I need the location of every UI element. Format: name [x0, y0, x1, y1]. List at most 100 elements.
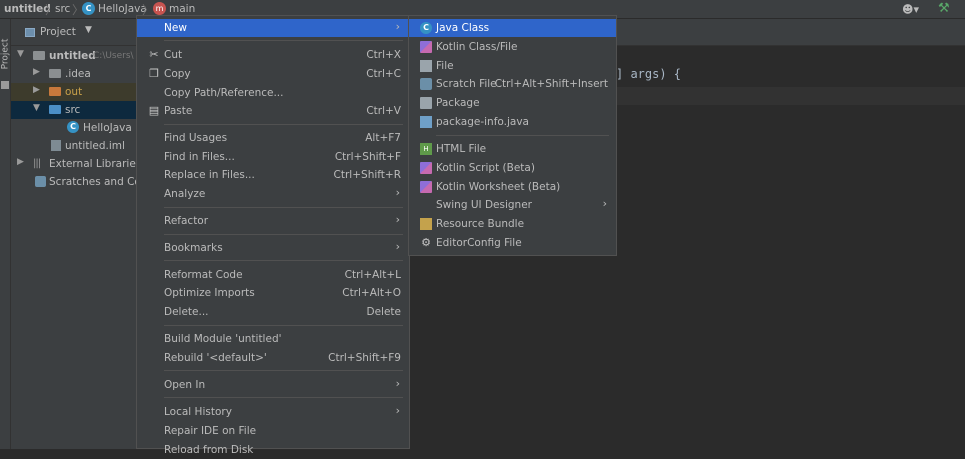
new-submenu: C Java Class Kotlin Class/File File Scra…	[408, 15, 617, 256]
project-tool-tab[interactable]: Project	[0, 39, 10, 70]
menu-item-build-module[interactable]: Build Module 'untitled'	[137, 330, 409, 348]
submenu-item-label: Scratch File	[436, 78, 497, 90]
code-text[interactable]: ] args) {	[616, 67, 681, 81]
tree-item-root[interactable]: ▼ untitled C:\Users\	[11, 47, 136, 65]
submenu-item-kotlin-worksheet[interactable]: Kotlin Worksheet (Beta)	[409, 178, 616, 196]
tree-item-out[interactable]: ▶ out	[11, 83, 136, 101]
menu-item-new[interactable]: New ›	[137, 19, 409, 37]
menu-item-label: Open In	[164, 379, 206, 391]
submenu-item-label: Kotlin Script (Beta)	[436, 162, 535, 174]
scratch-file-icon	[420, 78, 432, 90]
breadcrumb-src[interactable]: src	[55, 3, 70, 15]
menu-item-local-history[interactable]: Local History ›	[137, 403, 409, 421]
menu-item-bookmarks[interactable]: Bookmarks ›	[137, 239, 409, 257]
submenu-item-resource-bundle[interactable]: Resource Bundle	[409, 215, 616, 233]
menu-item-shortcut: Ctrl+Alt+O	[342, 287, 401, 299]
menu-item-copy[interactable]: ❐ Copy Ctrl+C	[137, 65, 409, 83]
menu-item-optimize-imports[interactable]: Optimize Imports Ctrl+Alt+O	[137, 284, 409, 302]
kotlin-script-icon	[420, 162, 432, 174]
menu-item-label: Cut	[164, 49, 183, 61]
menu-item-reformat-code[interactable]: Reformat Code Ctrl+Alt+L	[137, 266, 409, 284]
tree-item-label: .idea	[65, 68, 91, 80]
chevron-right-icon[interactable]: ▶	[33, 67, 40, 77]
java-class-icon: C	[420, 22, 432, 34]
menu-separator	[164, 397, 403, 398]
tree-item-label: untitled.iml	[65, 140, 125, 152]
submenu-item-package-info[interactable]: package-info.java	[409, 113, 616, 131]
menu-item-delete[interactable]: Delete... Delete	[137, 303, 409, 321]
user-icon[interactable]: ☻▾	[902, 3, 919, 16]
chevron-down-icon[interactable]: ▼	[85, 25, 92, 35]
submenu-item-java-class[interactable]: C Java Class	[409, 19, 616, 37]
gear-icon: ⚙	[421, 236, 431, 249]
left-tool-strip: Project	[0, 19, 11, 449]
menu-item-analyze[interactable]: Analyze ›	[137, 185, 409, 203]
menu-item-shortcut: Ctrl+X	[366, 49, 401, 61]
tree-item-scratches[interactable]: Scratches and Con	[11, 173, 136, 191]
menu-item-label: Optimize Imports	[164, 287, 255, 299]
menu-item-copy-path[interactable]: Copy Path/Reference...	[137, 84, 409, 102]
menu-item-shortcut: Alt+F7	[365, 132, 401, 144]
menu-item-label: Repair IDE on File	[164, 425, 257, 437]
menu-item-reload-from-disk[interactable]: Reload from Disk	[137, 441, 409, 459]
java-class-icon: C	[67, 121, 79, 133]
submenu-item-kotlin-script[interactable]: Kotlin Script (Beta)	[409, 159, 616, 177]
chevron-down-icon[interactable]: ▼	[17, 49, 24, 59]
tree-item-src[interactable]: ▼ src	[11, 101, 136, 119]
submenu-item-package[interactable]: Package	[409, 94, 616, 112]
submenu-item-editorconfig[interactable]: ⚙ EditorConfig File	[409, 234, 616, 252]
chevron-right-icon[interactable]: ▶	[33, 85, 40, 95]
breadcrumb-file[interactable]: HelloJava	[98, 3, 147, 15]
folder-icon	[33, 51, 45, 60]
chevron-down-icon[interactable]: ▼	[33, 103, 40, 113]
context-menu: New › ✂ Cut Ctrl+X ❐ Copy Ctrl+C Copy Pa…	[136, 15, 410, 456]
menu-item-rebuild[interactable]: Rebuild '<default>' Ctrl+Shift+F9	[137, 349, 409, 367]
breadcrumb-project[interactable]: untitled	[4, 3, 51, 15]
hammer-icon[interactable]: ⚒	[938, 1, 950, 16]
tree-item-iml[interactable]: untitled.iml	[11, 137, 136, 155]
chevron-right-icon[interactable]: ▶	[17, 157, 24, 167]
menu-item-label: Local History	[164, 406, 232, 418]
tree-item-path: C:\Users\	[93, 51, 134, 61]
tree-item-label: External Libraries	[49, 158, 136, 170]
submenu-item-swing-ui-designer[interactable]: Swing UI Designer ›	[409, 196, 616, 214]
project-panel-title[interactable]: Project	[40, 26, 76, 38]
paste-icon: ▤	[148, 104, 160, 117]
submenu-item-label: Package	[436, 97, 480, 109]
menu-item-label: Paste	[164, 105, 193, 117]
java-class-icon: C	[82, 2, 95, 15]
package-icon	[420, 97, 432, 109]
menu-item-paste[interactable]: ▤ Paste Ctrl+V	[137, 102, 409, 120]
menu-item-find-in-files[interactable]: Find in Files... Ctrl+Shift+F	[137, 148, 409, 166]
menu-item-label: Delete...	[164, 306, 209, 318]
menu-item-shortcut: Ctrl+Shift+F	[334, 151, 401, 163]
menu-item-label: New	[164, 22, 187, 34]
module-file-icon	[51, 140, 61, 151]
submenu-item-file[interactable]: File	[409, 57, 616, 75]
tree-item-label: src	[65, 104, 81, 116]
submenu-item-label: Java Class	[436, 22, 490, 34]
menu-item-open-in[interactable]: Open In ›	[137, 376, 409, 394]
copy-icon: ❐	[149, 67, 159, 80]
folder-icon	[49, 87, 61, 96]
menu-item-find-usages[interactable]: Find Usages Alt+F7	[137, 129, 409, 147]
menu-item-label: Bookmarks	[164, 242, 223, 254]
source-folder-icon	[49, 105, 61, 114]
menu-item-shortcut: Ctrl+Shift+R	[333, 169, 401, 181]
tree-item-external-libraries[interactable]: ▶ ||| External Libraries	[11, 155, 136, 173]
breadcrumb-method[interactable]: main	[169, 3, 195, 15]
tree-item-label: HelloJava	[83, 122, 132, 134]
submenu-item-html-file[interactable]: H HTML File	[409, 140, 616, 158]
file-icon	[420, 60, 432, 72]
menu-separator	[164, 40, 403, 41]
submenu-item-kotlin-class[interactable]: Kotlin Class/File	[409, 38, 616, 56]
menu-item-repair-ide[interactable]: Repair IDE on File	[137, 422, 409, 440]
menu-item-shortcut: Ctrl+Shift+F9	[328, 352, 401, 364]
tree-item-hellojava[interactable]: C HelloJava	[11, 119, 136, 137]
menu-item-refactor[interactable]: Refactor ›	[137, 212, 409, 230]
menu-item-replace-in-files[interactable]: Replace in Files... Ctrl+Shift+R	[137, 166, 409, 184]
menu-item-shortcut: Ctrl+C	[366, 68, 401, 80]
tree-item-idea[interactable]: ▶ .idea	[11, 65, 136, 83]
menu-item-cut[interactable]: ✂ Cut Ctrl+X	[137, 46, 409, 64]
submenu-item-scratch-file[interactable]: Scratch File Ctrl+Alt+Shift+Insert	[409, 75, 616, 93]
